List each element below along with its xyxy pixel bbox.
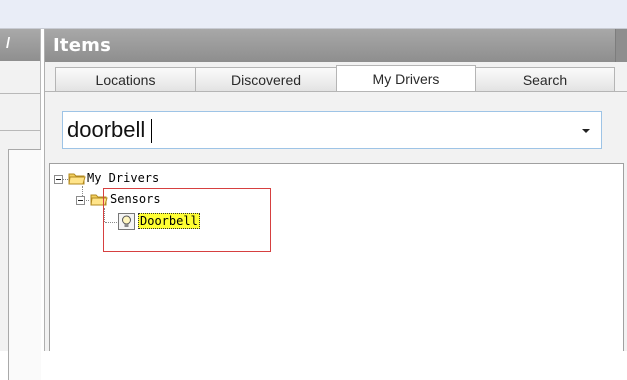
tab-search[interactable]: Search [475, 67, 615, 91]
tab-discovered[interactable]: Discovered [195, 67, 337, 91]
chevron-down-icon[interactable] [577, 122, 595, 140]
text-caret [151, 119, 152, 143]
window-top-strip [0, 0, 627, 29]
left-pane: / [0, 29, 41, 380]
collapse-toggle-my-drivers[interactable] [54, 175, 63, 184]
items-panel-header: Items [45, 29, 627, 62]
left-pane-header-glyph: / [6, 35, 11, 52]
search-input[interactable] [67, 115, 557, 145]
header-scroll-edge [615, 29, 627, 62]
items-panel-title: Items [53, 35, 111, 56]
left-pane-header: / [0, 29, 40, 61]
driver-tree[interactable]: My Drivers Sensors Doorbell [49, 163, 624, 351]
tab-locations[interactable]: Locations [55, 67, 196, 91]
folder-icon [68, 173, 86, 185]
items-panel: Items Locations Discovered My Drivers Se… [44, 29, 627, 351]
tab-strip-divider [45, 91, 627, 92]
collapse-toggle-sensors[interactable] [76, 196, 85, 205]
tab-my-drivers[interactable]: My Drivers [336, 65, 476, 92]
annotation-highlight-box [103, 188, 271, 252]
tree-node-my-drivers[interactable]: My Drivers [87, 171, 159, 185]
left-pane-list[interactable] [8, 149, 41, 380]
search-combobox[interactable] [62, 111, 602, 149]
left-pane-toolbar [0, 93, 40, 131]
